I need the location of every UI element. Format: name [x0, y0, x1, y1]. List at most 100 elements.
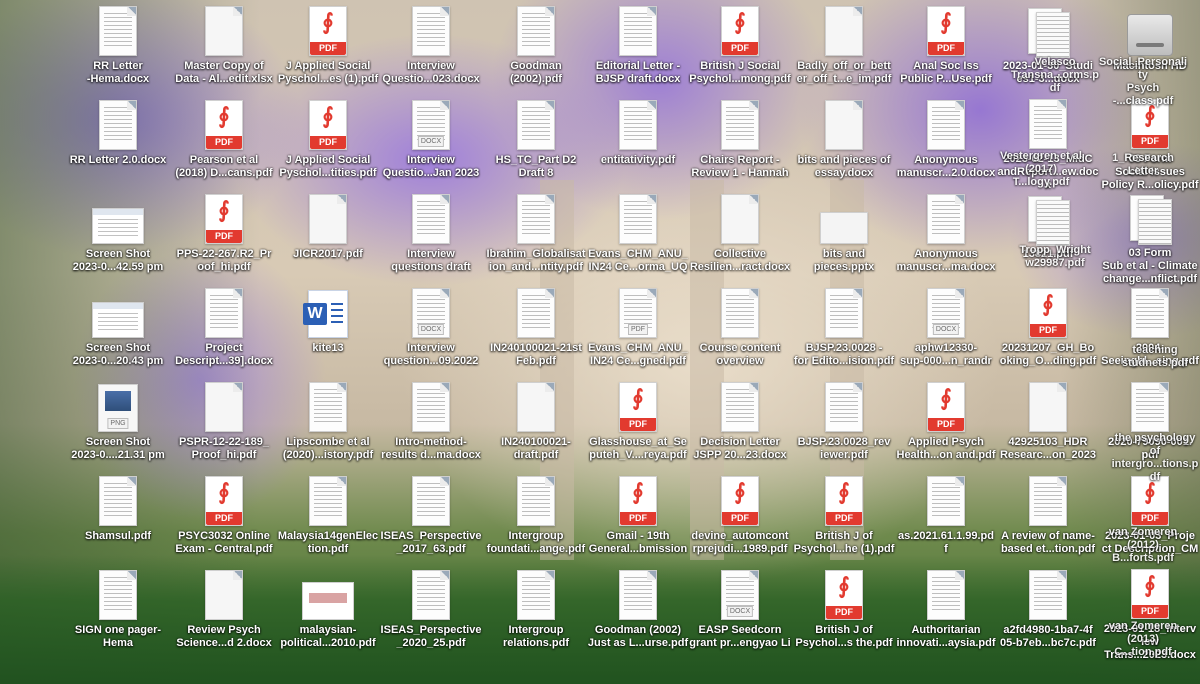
pdf-icon: ∮ PDF — [1118, 568, 1182, 619]
desktop-file-icon[interactable]: BJSP.23.0028 - for Edito...ision.pdf — [792, 286, 896, 380]
file-name-label: RR Letter -Hema.docx — [66, 60, 170, 86]
file-name-line: IN24 Ce...orma_UQ — [588, 261, 688, 273]
desktop-file-icon[interactable]: 42925103_HDR Researc...on_2023 — [996, 380, 1100, 474]
file-name-label: IN240100021- draft.pdf — [484, 436, 588, 462]
desktop-file-icon[interactable]: ∮ PDF PSYC3032 Online Exam - Central.pdf — [172, 474, 276, 568]
desktop-file-icon[interactable]: PSPR-12-22-189_ Proof_hi.pdf — [172, 380, 276, 474]
desktop-file-icon[interactable]: Evans_CHM_ANU_ IN24 Ce...orma_UQ — [586, 192, 690, 286]
desktop-file-icon[interactable]: ∮ PDF Anal Soc Iss Public P...Use.pdf — [894, 4, 998, 98]
file-name-line: Feb.pdf — [516, 355, 556, 367]
desktop-file-icon[interactable]: PNG Screen Shot 2023-0....21.31 pm — [66, 380, 170, 474]
desktop-file-icon[interactable]: Intergroup relations.pdf — [484, 568, 588, 662]
desktop-file-icon[interactable]: Chairs Report - Review 1 - Hannah — [688, 98, 792, 192]
desktop-file-icon[interactable]: Decision Letter JSPP 20...23.docx — [688, 380, 792, 474]
file-name-line: w29987.pdf — [1025, 257, 1085, 269]
desktop-file-icon[interactable]: ∮ PDF J Applied Social Pyschol...es (1).pdf — [276, 4, 380, 98]
overlapping-file-label[interactable]: Tropp_Wright w29987.pdf — [1010, 244, 1100, 270]
file-name-line: grant pr...engyao Li — [689, 637, 791, 649]
desktop-file-icon[interactable]: Goodman (2002) Just as L...urse.pdf — [586, 568, 690, 662]
desktop-file-icon[interactable]: Review Psych Science...d 2.docx — [172, 568, 276, 662]
overlapping-file-label[interactable]: van Zomeren (2013) C...tion.pdf — [1098, 620, 1188, 659]
overlapping-file-label[interactable]: teaching studnets.pdf — [1110, 344, 1200, 370]
desktop-file-icon[interactable]: RR Letter -Hema.docx — [66, 4, 170, 98]
desktop-file-icon[interactable]: ∮ PDF British J Social Psychol...mong.pdf — [688, 4, 792, 98]
overlapping-file-label[interactable]: Velasco Transna...orms.pdf — [1010, 56, 1100, 95]
overlapping-file-label[interactable]: van Zomeren (2012) B...forts.pdf — [1098, 526, 1188, 565]
file-name-label: Screen Shot 2023-0...42.59 pm — [66, 248, 170, 274]
desktop-file-icon[interactable]: ISEAS_Perspective _2017_63.pdf — [379, 474, 483, 568]
hard-disk-icon — [1127, 14, 1173, 56]
desktop-file-icon[interactable]: ∮ PDF Pearson et al (2018) D...cans.pdf — [172, 98, 276, 192]
desktop-file-icon[interactable]: bits and pieces of essay.docx — [792, 98, 896, 192]
desktop-file-icon[interactable]: Intergroup foundati...ange.pdf — [484, 474, 588, 568]
desktop-file-icon[interactable]: DOCX Interview Questio...Jan 2023 — [379, 98, 483, 192]
desktop-file-icon[interactable]: ∮ PDF Applied Psych Health...on and.pdf — [894, 380, 998, 474]
desktop-file-icon[interactable]: ∮ PDF 20231207_GH_Bo oking_O...ding.pdf — [996, 286, 1100, 380]
desktop-file-icon[interactable]: as.2021.61.1.99.pd f — [894, 474, 998, 568]
desktop-file-icon[interactable]: a2fd4980-1ba7-4f 05-b7eb...bc7c.pdf — [996, 568, 1100, 662]
desktop-file-icon[interactable]: ∮ PDF British J of Psychol...s the.pdf — [792, 568, 896, 662]
desktop-file-icon[interactable]: Collective Resilien...ract.docx — [688, 192, 792, 286]
desktop-file-icon[interactable]: ∮ PDF Glasshouse_at_Se puteh_V....reya.pdf — [586, 380, 690, 474]
desktop-file-icon[interactable]: Interview Questio...023.docx — [379, 4, 483, 98]
desktop-file-icon[interactable]: JICR2017.pdf — [276, 192, 380, 286]
file-name-line: J Applied Social — [285, 154, 371, 166]
desktop-file-icon[interactable]: ∮ PDF J Applied Social Pyschol...tities.pdf — [276, 98, 380, 192]
acrobat-glyph-icon: ∮ — [838, 479, 850, 504]
desktop-file-icon[interactable]: ∮ PDF devine_automcont rprejudi...1989.pdf — [688, 474, 792, 568]
desktop-file-icon[interactable]: Anonymous manuscr...ma.docx — [894, 192, 998, 286]
desktop-file-icon[interactable]: Wkite13 — [276, 286, 380, 380]
desktop-file-icon[interactable]: 03 Form Sub et al - Climate change...nflic… — [1098, 192, 1200, 286]
pdf-icon: ∮ PDF — [812, 474, 876, 526]
desktop-file-icon[interactable]: Goodman (2002).pdf — [484, 4, 588, 98]
desktop-file-icon[interactable]: Shamsul.pdf — [66, 474, 170, 568]
desktop-file-icon[interactable]: IN240100021-21st Feb.pdf — [484, 286, 588, 380]
overlapping-file-label[interactable]: Social_Personality Psych -...class.pdf — [1098, 56, 1188, 108]
desktop-file-icon[interactable]: IN240100021- draft.pdf — [484, 380, 588, 474]
document-icon — [99, 570, 137, 620]
desktop-file-icon[interactable]: RR Letter 2.0.docx — [66, 98, 170, 192]
desktop-file-icon[interactable]: Screen Shot 2023-0...42.59 pm — [66, 192, 170, 286]
desktop-file-icon[interactable]: Malaysia14genElec tion.pdf — [276, 474, 380, 568]
desktop-file-icon[interactable]: malaysian-political...2010.pdf — [276, 568, 380, 662]
desktop-file-icon[interactable]: Master Copy of Data - Al...edit.xlsx — [172, 4, 276, 98]
desktop-file-icon[interactable]: HS_TC_Part D2 Draft 8 — [484, 98, 588, 192]
desktop-file-icon[interactable]: Course content overview — [688, 286, 792, 380]
desktop-file-icon[interactable]: ∮ PDF British J of Psychol...he (1).pdf — [792, 474, 896, 568]
file-name-line: entitativity.pdf — [600, 154, 676, 166]
desktop-file-icon[interactable]: DOCX EASP Seedcorn grant pr...engyao Li — [688, 568, 792, 662]
desktop-file-icon[interactable]: A review of name-based et...tion.pdf — [996, 474, 1100, 568]
desktop-file-icon[interactable]: DOCX Interview question...09.2022 — [379, 286, 483, 380]
desktop-file-icon[interactable]: Ibrahim_Globalisat ion_and...ntity.pdf — [484, 192, 588, 286]
file-name-line: political...2010.pdf — [280, 637, 376, 649]
desktop-file-icon[interactable]: Anonymous manuscr...2.0.docx — [894, 98, 998, 192]
overlapping-file-label[interactable]: Vestergren et al (2017) T...logy.pdf — [996, 150, 1086, 189]
desktop-file-icon[interactable]: BJSP.23.0028_rev iewer.pdf — [792, 380, 896, 474]
pdf-icon: ∮ PDF — [927, 6, 965, 56]
desktop-file-icon[interactable]: Authoritarian innovati...aysia.pdf — [894, 568, 998, 662]
desktop-file-icon[interactable]: ∮ PDF PPS-22-267.R2_Pr oof_hi.pdf — [172, 192, 276, 286]
desktop-file-icon[interactable]: DOCX aphw12330- sup-000...n_randr — [894, 286, 998, 380]
thumb-bar — [93, 209, 143, 215]
desktop-file-icon[interactable]: entitativity.pdf — [586, 98, 690, 192]
desktop-file-icon[interactable]: SIGN one pager- Hema — [66, 568, 170, 662]
desktop-file-icon[interactable]: bits and pieces.pptx — [792, 192, 896, 286]
desktop-file-icon[interactable]: Badly_off_or_bett er_off_t...e_im.pdf — [792, 4, 896, 98]
overlapping-file-label[interactable]: 1_Research Letter — [1098, 152, 1188, 178]
desktop-file-icon[interactable]: Intro-method-results d...ma.docx — [379, 380, 483, 474]
overlapping-file-label[interactable]: the psychology of intergro...tions.pdf — [1110, 432, 1200, 484]
desktop-file-icon[interactable]: Interview questions draft — [379, 192, 483, 286]
desktop-file-icon[interactable]: ∮ PDF Gmail - 19th General...bmission — [586, 474, 690, 568]
desktop-file-icon[interactable]: ISEAS_Perspective _2020_25.pdf — [379, 568, 483, 662]
desktop-file-icon[interactable]: PDF Evans_CHM_ANU_ IN24 Ce...gned.pdf — [586, 286, 690, 380]
desktop-file-icon[interactable]: 13821.pdf — [996, 192, 1100, 286]
file-name-line: van Zomeren — [1108, 620, 1178, 632]
desktop-file-icon[interactable]: Editorial Letter - BJSP draft.docx — [586, 4, 690, 98]
file-name-line: -Hema.docx — [86, 73, 150, 85]
document-icon — [721, 288, 759, 338]
desktop-file-icon[interactable]: Project Descript...39].docx — [172, 286, 276, 380]
acrobat-glyph-icon: ∮ — [734, 479, 746, 504]
pdf-icon: ∮ PDF — [914, 4, 978, 56]
desktop-file-icon[interactable]: Lipscombe et al (2020)...istory.pdf — [276, 380, 380, 474]
desktop-file-icon[interactable]: Screen Shot 2023-0...20.43 pm — [66, 286, 170, 380]
